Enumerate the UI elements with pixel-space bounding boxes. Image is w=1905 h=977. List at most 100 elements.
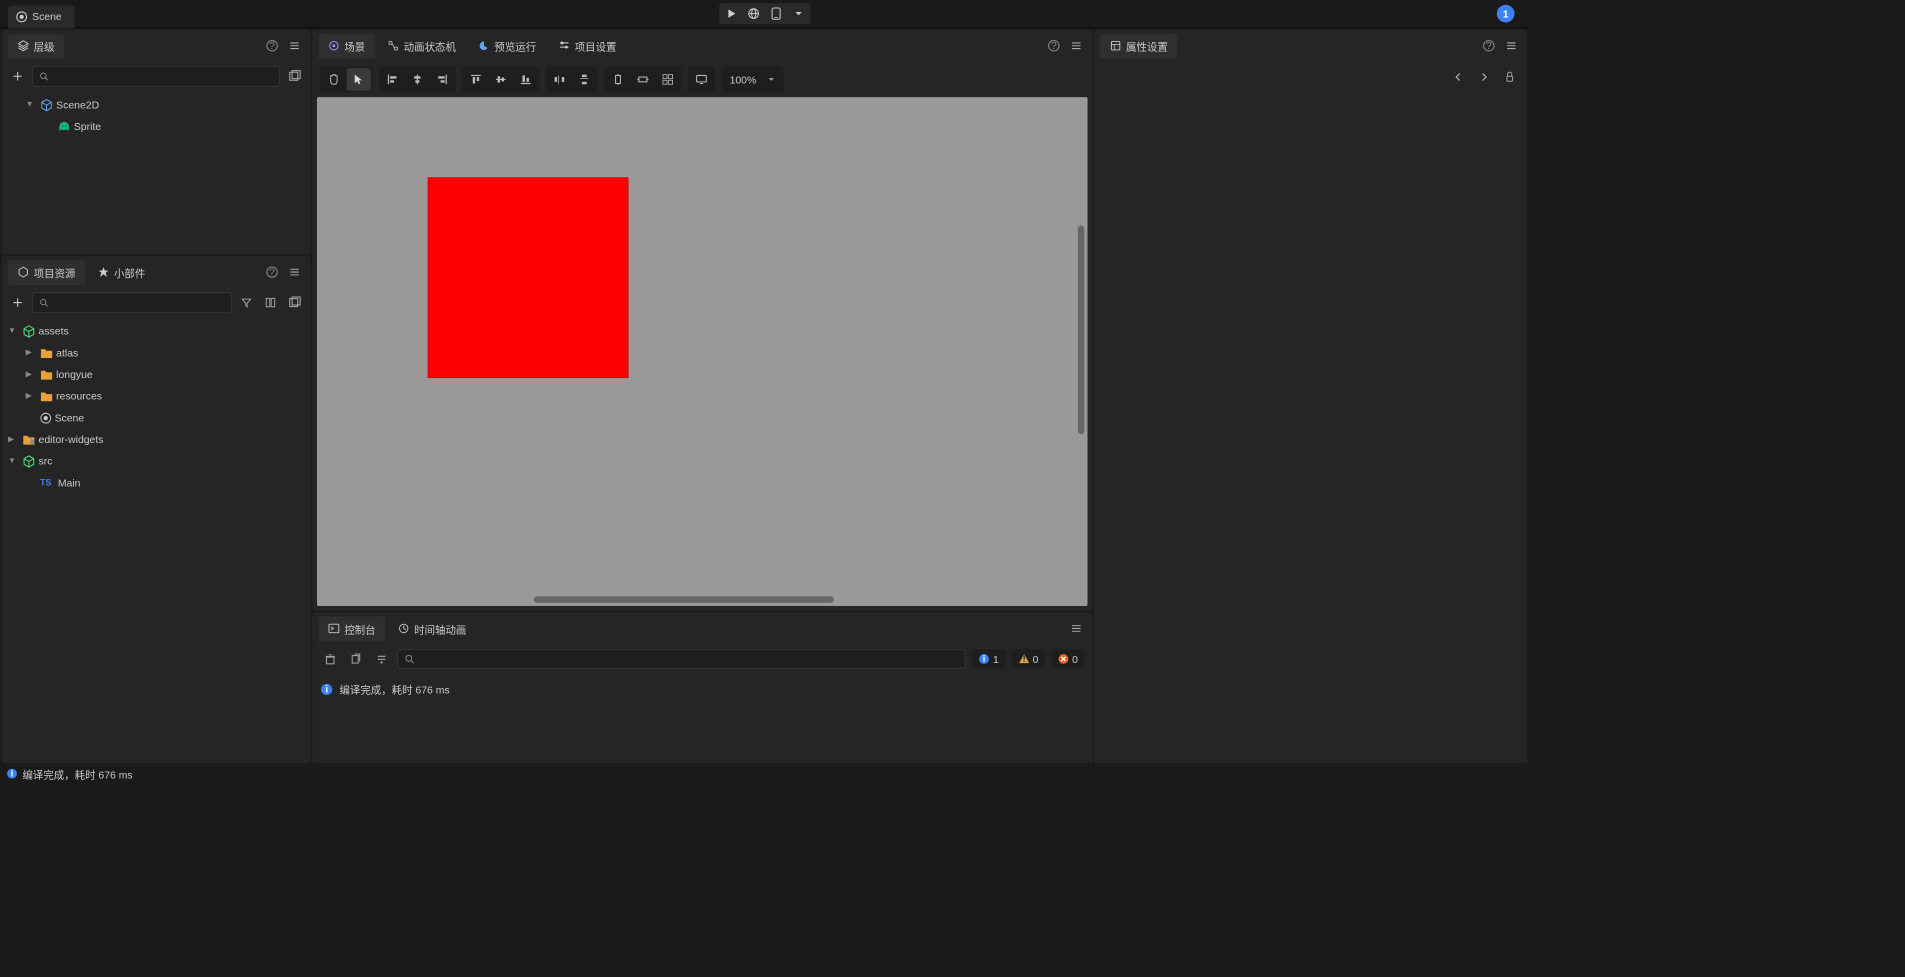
collapse-button[interactable] — [285, 293, 304, 312]
fit-width[interactable] — [631, 68, 655, 90]
align-middle[interactable] — [489, 68, 513, 90]
clear-button[interactable] — [320, 649, 339, 668]
tree-item-label: Scene — [55, 412, 85, 424]
menu-icon[interactable] — [1067, 619, 1086, 638]
console-tab[interactable]: 控制台 — [319, 616, 386, 641]
assets-search[interactable] — [32, 292, 232, 313]
clock-icon — [398, 623, 409, 634]
device-button[interactable] — [765, 4, 786, 23]
add-button[interactable] — [8, 293, 27, 312]
vertical-scrollbar[interactable] — [1078, 226, 1084, 435]
help-icon[interactable]: ? — [1044, 36, 1063, 55]
expand-arrow[interactable]: ▼ — [26, 100, 37, 109]
hierarchy-tab[interactable]: 层级 — [8, 33, 64, 58]
nav-forward[interactable] — [1474, 67, 1493, 86]
warn-icon: ! — [1018, 653, 1029, 664]
grid-tool[interactable] — [656, 68, 680, 90]
settings-tab[interactable]: 项目设置 — [549, 33, 626, 58]
timeline-tab[interactable]: 时间轴动画 — [388, 616, 475, 641]
align-top[interactable] — [464, 68, 488, 90]
titlebar: Scene 1 — [0, 0, 1529, 28]
hand-tool[interactable] — [322, 68, 346, 90]
tree-item[interactable]: ▼assets — [2, 320, 311, 342]
tree-item[interactable]: TSMain — [2, 472, 311, 494]
columns-button[interactable] — [261, 293, 280, 312]
notification-badge[interactable]: 1 — [1497, 5, 1515, 23]
console-search[interactable] — [397, 649, 965, 668]
scene-tab[interactable]: 场景 — [319, 33, 375, 58]
tree-item[interactable]: ▶ editor-widgets — [2, 429, 311, 451]
help-icon[interactable]: ? — [262, 36, 281, 55]
warn-count[interactable]: !0 — [1012, 649, 1045, 668]
anim-tab[interactable]: 动画状态机 — [378, 33, 465, 58]
search-icon — [405, 654, 415, 664]
lock-button[interactable] — [1500, 67, 1519, 86]
title-tab[interactable]: Scene — [8, 5, 75, 27]
widgets-tab[interactable]: 小部件 — [88, 260, 155, 285]
assets-search-input[interactable] — [54, 297, 225, 309]
expand-arrow[interactable]: ▼ — [8, 457, 19, 466]
expand-arrow[interactable]: ▶ — [26, 348, 37, 357]
align-right[interactable] — [430, 68, 454, 90]
menu-icon[interactable] — [1067, 36, 1086, 55]
cursor-tools — [320, 67, 372, 93]
hierarchy-title: 层级 — [34, 38, 55, 53]
info-count[interactable]: i1 — [972, 649, 1005, 668]
scene-tab-label: 场景 — [344, 38, 365, 53]
help-icon[interactable]: ? — [1479, 36, 1498, 55]
expand-arrow[interactable]: ▶ — [8, 435, 19, 444]
package-icon — [18, 266, 29, 277]
props-icon — [1110, 40, 1121, 51]
error-count[interactable]: 0 — [1051, 649, 1084, 668]
align-bottom[interactable] — [514, 68, 538, 90]
tree-item[interactable]: Scene — [2, 407, 311, 429]
tree-item[interactable]: ▶longyue — [2, 364, 311, 386]
help-icon[interactable]: ? — [262, 262, 281, 281]
assets-tab[interactable]: 项目资源 — [8, 260, 85, 285]
expand-arrow[interactable]: ▶ — [26, 370, 37, 379]
hierarchy-search-input[interactable] — [54, 70, 273, 82]
align-left[interactable] — [380, 68, 404, 90]
tree-item[interactable]: ▼src — [2, 450, 311, 472]
display-tool[interactable] — [689, 68, 713, 90]
info-icon: i — [6, 768, 17, 779]
menu-icon[interactable] — [285, 36, 304, 55]
menu-icon[interactable] — [285, 262, 304, 281]
properties-tab[interactable]: 属性设置 — [1100, 33, 1177, 58]
dist-v[interactable] — [572, 68, 596, 90]
play-button[interactable] — [720, 4, 741, 23]
collapse-button[interactable] — [285, 67, 304, 86]
align-center-h[interactable] — [405, 68, 429, 90]
anim-icon — [388, 40, 399, 51]
dropdown-button[interactable] — [788, 4, 809, 23]
tree-item[interactable]: ▶atlas — [2, 342, 311, 364]
log-line[interactable]: i 编译完成，耗时 676 ms — [320, 678, 1084, 700]
canvas[interactable] — [317, 97, 1087, 606]
fit-height[interactable] — [606, 68, 630, 90]
warn-count-value: 0 — [1033, 653, 1039, 665]
tree-item[interactable]: ▶resources — [2, 385, 311, 407]
tree-item-label: editor-widgets — [39, 433, 104, 445]
zoom-control[interactable]: 100% — [722, 67, 784, 93]
stack-button[interactable] — [372, 649, 391, 668]
tree-item[interactable]: Sprite — [2, 116, 311, 138]
info-count-value: 1 — [993, 653, 999, 665]
dist-h[interactable] — [547, 68, 571, 90]
folder-icon — [40, 369, 53, 380]
horizontal-scrollbar[interactable] — [534, 596, 834, 602]
add-button[interactable] — [8, 67, 27, 86]
hierarchy-search[interactable] — [32, 66, 280, 87]
globe-button[interactable] — [743, 4, 764, 23]
copy-button[interactable] — [346, 649, 365, 668]
sprite-object[interactable] — [428, 177, 629, 378]
expand-arrow[interactable]: ▶ — [26, 392, 37, 401]
properties-panel: 属性设置 ? — [1094, 30, 1527, 769]
menu-icon[interactable] — [1502, 36, 1521, 55]
expand-arrow[interactable]: ▼ — [8, 327, 19, 336]
preview-tab[interactable]: 预览运行 — [469, 33, 546, 58]
nav-back[interactable] — [1449, 67, 1468, 86]
select-tool[interactable] — [347, 68, 371, 90]
tree-item[interactable]: ▼ Scene2D — [2, 94, 311, 116]
scene-icon — [328, 40, 339, 51]
filter-button[interactable] — [237, 293, 256, 312]
